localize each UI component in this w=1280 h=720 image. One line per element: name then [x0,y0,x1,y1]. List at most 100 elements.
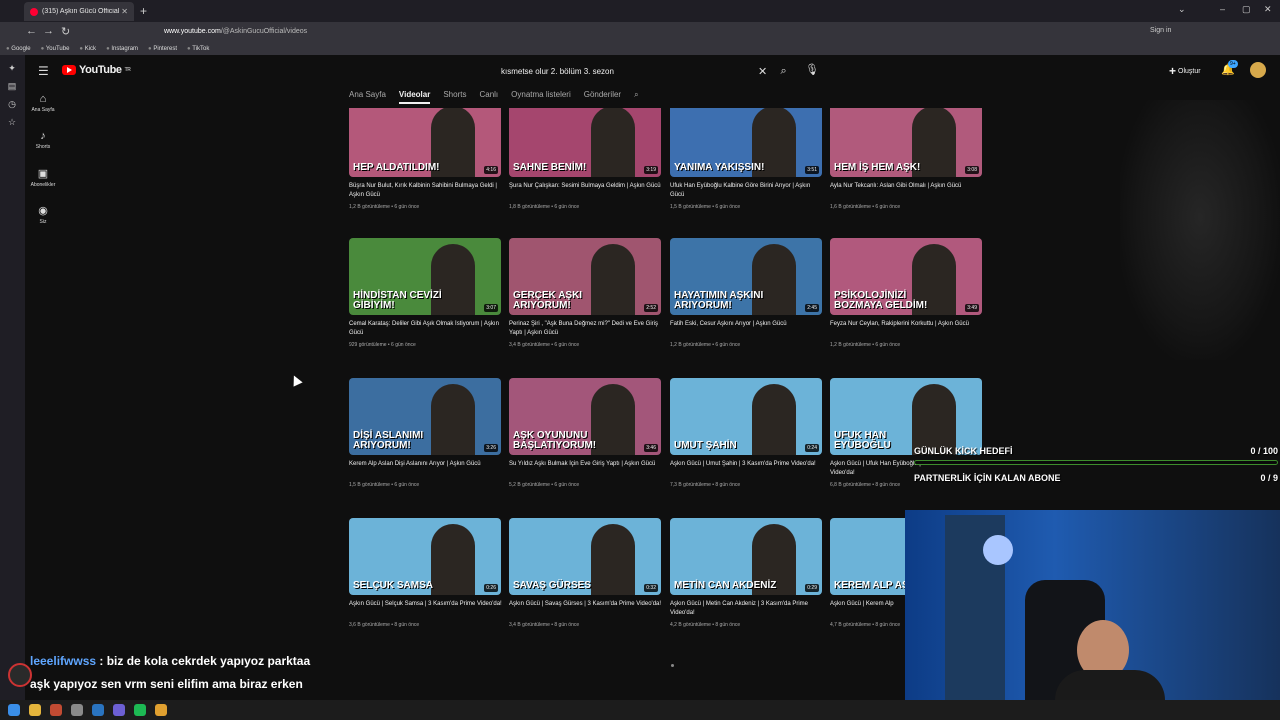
video-title[interactable]: Feyza Nur Ceylan, Rakiplerini Korkuttu |… [830,320,983,338]
video-title[interactable]: Su Yıldız Aşkı Bulmak İçin Eve Giriş Yap… [509,460,662,478]
video-title[interactable]: Aşkın Gücü | Savaş Gürses | 3 Kasım'da P… [509,600,662,618]
video-title[interactable]: Kerem Alp Aslan Dişi Aslanını Arıyor | A… [349,460,502,478]
video-thumbnail[interactable]: GERÇEK AŞKI ARIYORUM! 2:52 [509,238,661,315]
tab-home[interactable]: Ana Sayfa [349,90,386,104]
discord-icon[interactable] [113,704,125,716]
browser-icon[interactable] [50,704,62,716]
video-thumbnail[interactable]: SELÇUK SAMSA 0:26 [349,518,501,595]
search-icon[interactable]: ⌕ [772,65,795,78]
avatar[interactable] [1250,62,1266,78]
nav-subscriptions[interactable]: ▣ Abonelikler [25,161,61,198]
close-window-icon[interactable]: ✕ [1264,4,1272,15]
forward-icon[interactable]: → [43,25,54,37]
tab-shorts[interactable]: Shorts [443,90,466,104]
bookmark-pinterest[interactable]: Pinterest [148,46,177,52]
sidebar-history-icon[interactable]: ◷ [7,99,17,109]
bookmark-google[interactable]: Google [6,46,30,52]
video-duration: 3:46 [644,444,658,452]
taskbar [0,700,1280,720]
video-thumbnail[interactable]: SAVAŞ GÜRSES 0:32 [509,518,661,595]
thumbnail-overlay-text: DİŞİ ASLANIMI ARIYORUM! [353,430,424,451]
channel-search-icon[interactable]: ⌕ [634,90,638,104]
video-card[interactable]: AŞK OYUNUNU BAŞLATIYORUM! 3:46 Su Yıldız A… [509,378,662,488]
video-title[interactable]: Cemal Karataş: Deliler Gibi Aşık Olmak İ… [349,320,502,338]
sidebar-wallet-icon[interactable]: ▤ [7,81,17,91]
video-thumbnail[interactable]: YANIMA YAKIŞSIN! 3:51 [670,108,822,177]
video-thumbnail[interactable]: DİŞİ ASLANIMI ARIYORUM! 3:26 [349,378,501,455]
goal2-label: PARTNERLİK İÇİN KALAN ABONE [914,473,1061,483]
video-card[interactable]: METİN CAN AKDENİZ 0:29 Aşkın Gücü | Metin … [670,518,823,628]
bookmark-instagram[interactable]: Instagram [106,46,138,52]
video-card[interactable]: HEM İŞ HEM AŞK! 3:08 Ayla Nur Tekcanlı: As… [830,108,983,210]
video-thumbnail[interactable]: UFUK HAN EYÜBOĞLU [830,378,982,455]
video-card[interactable]: HİNDİSTAN CEVİZİ GİBİYİM! 3:07 Cemal Karat… [349,238,502,348]
video-thumbnail[interactable]: HEP ALDATILDIM! 4:16 [349,108,501,177]
video-meta: 929 görüntüleme • 6 gün önce [349,342,416,348]
video-meta: 5,2 B görüntüleme • 6 gün önce [509,482,580,488]
video-card[interactable]: HEP ALDATILDIM! 4:16 Büşra Nur Bulut, Kırı… [349,108,502,210]
video-thumbnail[interactable]: HİNDİSTAN CEVİZİ GİBİYİM! 3:07 [349,238,501,315]
video-card[interactable]: DİŞİ ASLANIMI ARIYORUM! 3:26 Kerem Alp Asl… [349,378,502,488]
video-title[interactable]: Aşkın Gücü | Metin Can Akdeniz | 3 Kasım… [670,600,823,618]
steam-icon[interactable] [92,704,104,716]
file-explorer-icon[interactable] [29,704,41,716]
bookmark-tiktok[interactable]: TikTok [187,46,209,52]
new-tab-icon[interactable]: + [140,4,147,18]
search-input[interactable] [495,61,753,81]
url-field[interactable]: www.youtube.com/@AskinGucuOfficial/video… [150,25,1050,39]
address-bar-row: ← → ↻ www.youtube.com/@AskinGucuOfficial… [0,22,1280,42]
minimize-icon[interactable]: – [1220,4,1225,14]
video-title[interactable]: Şura Nur Çalışkan: Sesimi Bulmaya Geldim… [509,182,662,200]
tab-videos[interactable]: Videolar [398,90,431,104]
video-title[interactable]: Fatih Eski, Cesur Aşkını Arıyor | Aşkın … [670,320,823,338]
video-card[interactable]: PSİKOLOJİNİZİ BOZMAYA GELDİM! 3:49 Feyza N… [830,238,983,348]
menu-icon[interactable]: ☰ [38,64,49,78]
video-title[interactable]: Perinaz Şiri , "Aşk Buna Değmez mi?" Ded… [509,320,662,338]
windows-start-icon[interactable] [8,704,20,716]
chrome-icon[interactable] [155,704,167,716]
browser-tab[interactable]: (315) Aşkın Gücü Official - YouT ✕ [24,2,134,21]
video-card[interactable]: HAYATIMIN AŞKINI ARIYORUM! 2:45 Fatih Eski… [670,238,823,348]
video-thumbnail[interactable]: PSİKOLOJİNİZİ BOZMAYA GELDİM! 3:49 [830,238,982,315]
chevron-down-icon[interactable]: ⌄ [1178,4,1186,15]
video-card[interactable]: SAHNE BENİM! 3:19 Şura Nur Çalışkan: Sesim… [509,108,662,210]
sign-in-button[interactable]: Sign in [1150,27,1171,34]
video-title[interactable]: Aşkın Gücü | Selçuk Samsa | 3 Kasım'da P… [349,600,502,618]
sidebar-ai-icon[interactable]: ✦ [7,63,17,73]
nav-shorts[interactable]: ♪ Shorts [25,124,61,161]
mic-icon[interactable]: 🎙 [805,63,819,76]
create-button[interactable]: + Oluştur [1169,64,1201,78]
nav-home[interactable]: ⌂ Ana Sayfa [25,87,61,124]
video-card[interactable]: SAVAŞ GÜRSES 0:32 Aşkın Gücü | Savaş Gürse… [509,518,662,628]
video-thumbnail[interactable]: AŞK OYUNUNU BAŞLATIYORUM! 3:46 [509,378,661,455]
youtube-logo[interactable]: YouTube TR [62,64,131,76]
video-thumbnail[interactable]: HEM İŞ HEM AŞK! 3:08 [830,108,982,177]
bookmark-kick[interactable]: Kick [79,46,96,52]
bookmark-youtube[interactable]: YouTube [41,46,70,52]
settings-icon[interactable] [71,704,83,716]
back-icon[interactable]: ← [26,25,37,37]
tab-playlists[interactable]: Oynatma listeleri [511,90,571,104]
reload-icon[interactable]: ↻ [61,25,70,38]
video-card[interactable]: YANIMA YAKIŞSIN! 3:51 Ufuk Han Eyüboğlu Ka… [670,108,823,210]
video-card[interactable]: GERÇEK AŞKI ARIYORUM! 2:52 Perinaz Şiri , … [509,238,662,348]
video-title[interactable]: Ayla Nur Tekcanlı: Aslan Gibi Olmalı | A… [830,182,983,200]
sidebar-star-icon[interactable]: ☆ [7,117,17,127]
video-title[interactable]: Ufuk Han Eyüboğlu Kalbine Göre Birini Ar… [670,182,823,200]
tab-posts[interactable]: Gönderiler [584,90,621,104]
video-card[interactable]: SELÇUK SAMSA 0:26 Aşkın Gücü | Selçuk Sams… [349,518,502,628]
spotify-icon[interactable] [134,704,146,716]
video-thumbnail[interactable]: SAHNE BENİM! 3:19 [509,108,661,177]
clear-search-icon[interactable]: ✕ [753,65,772,78]
close-tab-icon[interactable]: ✕ [121,7,128,16]
thumbnail-overlay-text: AŞK OYUNUNU BAŞLATIYORUM! [513,430,597,451]
video-thumbnail[interactable]: HAYATIMIN AŞKINI ARIYORUM! 2:45 [670,238,822,315]
tab-live[interactable]: Canlı [479,90,498,104]
video-title[interactable]: Büşra Nur Bulut, Kırık Kalbinin Sahibini… [349,182,502,200]
video-thumbnail[interactable]: UMUT ŞAHİN 0:24 [670,378,822,455]
video-card[interactable]: UMUT ŞAHİN 0:24 Aşkın Gücü | Umut Şahin | … [670,378,823,488]
maximize-icon[interactable]: ▢ [1242,4,1251,15]
nav-you[interactable]: ◉ Siz [25,198,61,235]
video-thumbnail[interactable]: METİN CAN AKDENİZ 0:29 [670,518,822,595]
video-title[interactable]: Aşkın Gücü | Umut Şahin | 3 Kasım'da Pri… [670,460,823,478]
